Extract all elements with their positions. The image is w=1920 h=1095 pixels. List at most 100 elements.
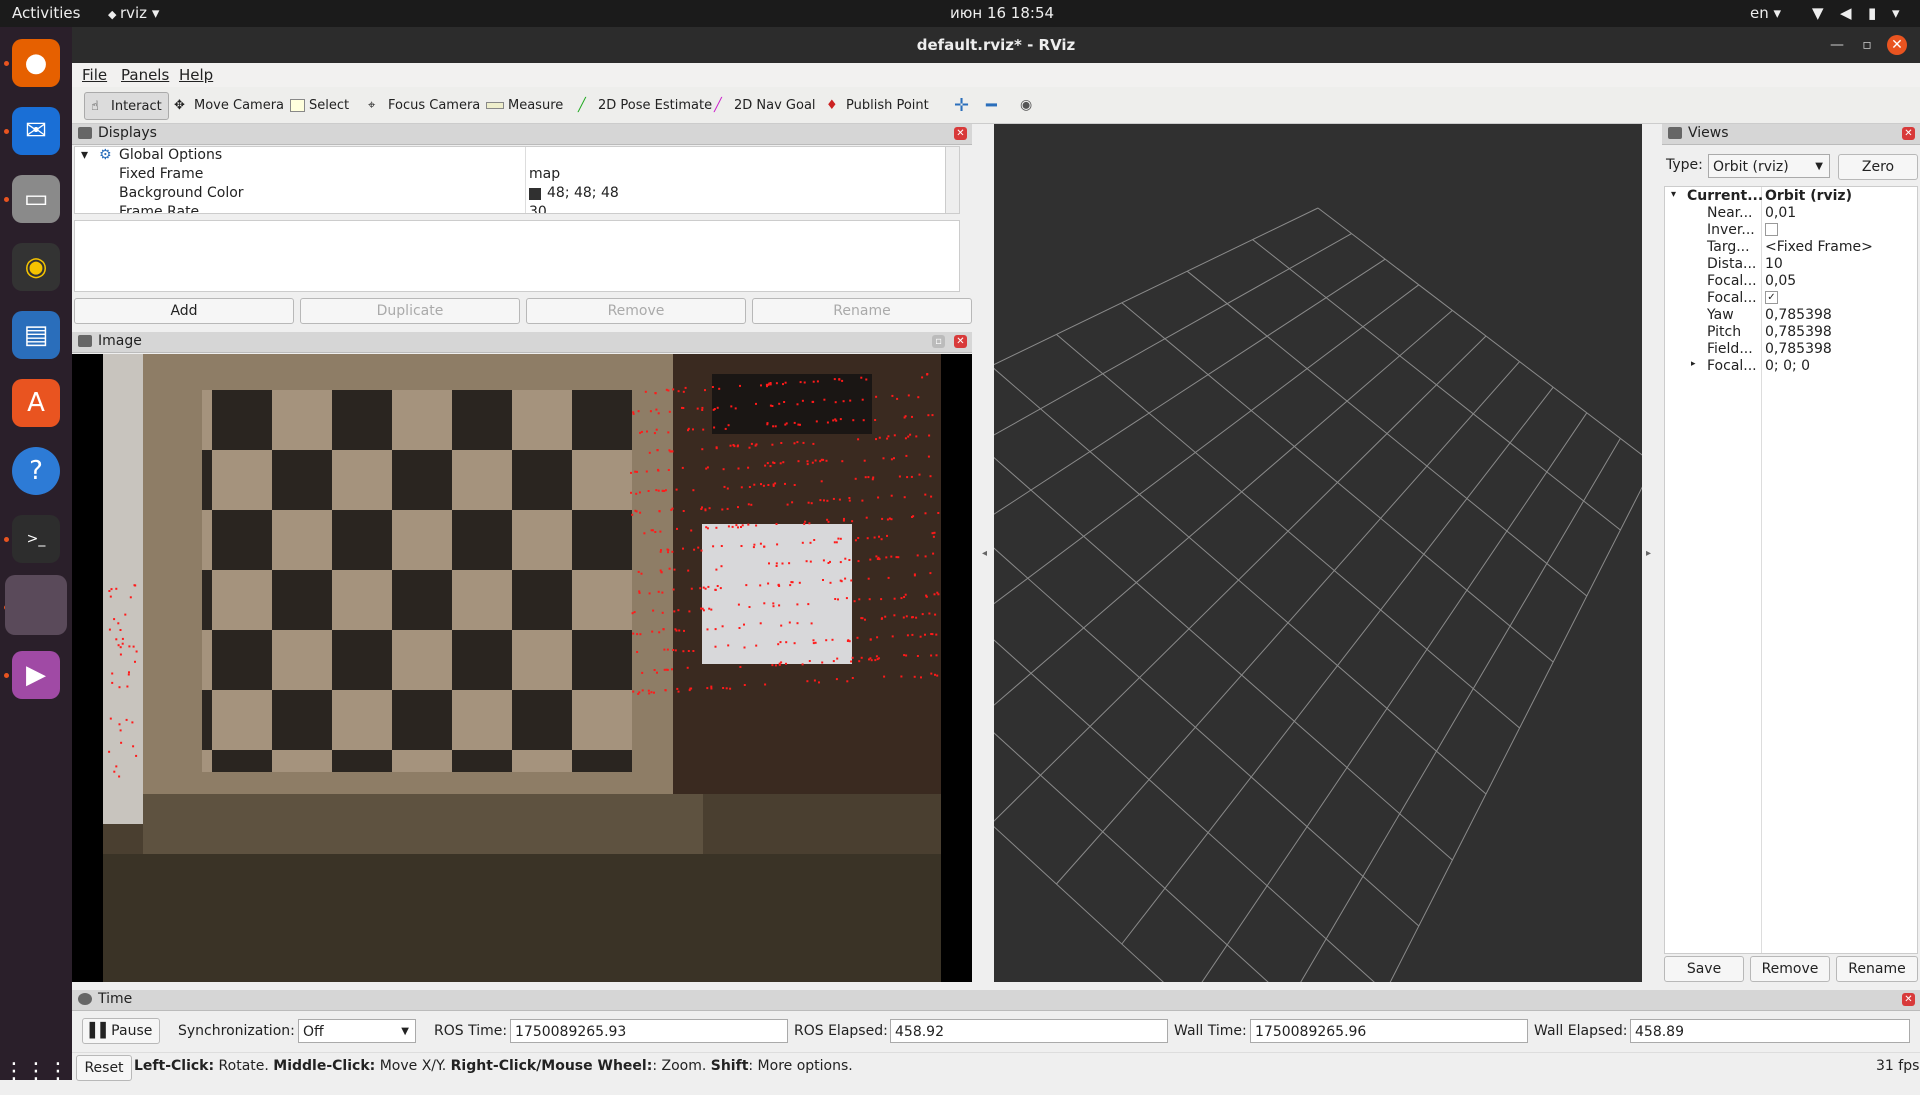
- frame-rate-label[interactable]: Frame Rate: [119, 204, 199, 213]
- laser-point: [708, 607, 711, 610]
- remove-button[interactable]: Remove: [526, 298, 746, 324]
- fixed-frame-label[interactable]: Fixed Frame: [119, 166, 203, 182]
- help-icon[interactable]: ?: [12, 447, 60, 495]
- global-options-label[interactable]: Global Options: [119, 147, 222, 163]
- right-splitter-icon[interactable]: ▸: [1646, 548, 1651, 559]
- target-frame-value[interactable]: <Fixed Frame>: [1765, 239, 1873, 255]
- move-camera-tool[interactable]: ✥ Move Camera: [168, 92, 290, 118]
- background-color-label[interactable]: Background Color: [119, 185, 244, 201]
- pitch-value[interactable]: 0,785398: [1765, 324, 1832, 340]
- rhythmbox-icon[interactable]: ◉: [12, 243, 60, 291]
- focal-point-label[interactable]: Focal...: [1707, 358, 1757, 374]
- focal-point-value[interactable]: 0; 0; 0: [1765, 358, 1810, 374]
- menu-file[interactable]: File: [82, 66, 107, 84]
- interact-tool[interactable]: ☝ Interact: [84, 92, 169, 120]
- remove-view-button[interactable]: Remove: [1750, 956, 1830, 982]
- firefox-icon[interactable]: ●: [12, 39, 60, 87]
- terminal-icon[interactable]: >_: [12, 515, 60, 563]
- pitch-label[interactable]: Pitch: [1707, 324, 1741, 340]
- language-indicator[interactable]: en ▾: [1750, 4, 1781, 22]
- target-frame-label[interactable]: Targ...: [1707, 239, 1750, 255]
- measure-tool[interactable]: Measure: [480, 92, 569, 118]
- field-of-view-value[interactable]: 0,785398: [1765, 341, 1832, 357]
- tree-collapsed-icon[interactable]: ▸: [1691, 359, 1696, 369]
- files-icon[interactable]: ▭: [12, 175, 60, 223]
- current-view-value[interactable]: Orbit (rviz): [1765, 188, 1852, 204]
- thunderbird-icon[interactable]: ✉: [12, 107, 60, 155]
- add-tool-icon[interactable]: ✛: [948, 92, 975, 118]
- undock-icon[interactable]: ▫: [932, 335, 945, 348]
- view-type-select[interactable]: Orbit (rviz) ▼: [1708, 154, 1830, 178]
- remove-tool-icon[interactable]: ━: [980, 92, 1003, 118]
- distance-value[interactable]: 10: [1765, 256, 1783, 272]
- chevron-down-icon[interactable]: ▾: [1892, 4, 1900, 22]
- focal-shape-size-label[interactable]: Focal...: [1707, 273, 1757, 289]
- duplicate-button[interactable]: Duplicate: [300, 298, 520, 324]
- laser-point: [783, 401, 786, 403]
- fixed-frame-value[interactable]: map: [529, 166, 560, 182]
- focal-shape-fixed-checkbox[interactable]: ✓: [1765, 291, 1778, 304]
- focal-shape-fixed-label[interactable]: Focal...: [1707, 290, 1757, 306]
- writer-icon[interactable]: ▤: [12, 311, 60, 359]
- wifi-icon[interactable]: ▼: [1812, 4, 1824, 22]
- sync-select[interactable]: Off ▼: [298, 1019, 416, 1043]
- focus-camera-tool[interactable]: ⌖ Focus Camera: [362, 92, 486, 118]
- software-center-icon[interactable]: A: [12, 379, 60, 427]
- battery-icon[interactable]: ▮: [1868, 4, 1876, 22]
- tree-expander-icon[interactable]: ▾: [81, 147, 88, 163]
- save-view-button[interactable]: Save: [1664, 956, 1744, 982]
- wall-elapsed-field[interactable]: 458.89: [1630, 1019, 1910, 1043]
- activities-button[interactable]: Activities: [12, 4, 80, 22]
- rename-button[interactable]: Rename: [752, 298, 972, 324]
- close-panel-icon[interactable]: ✕: [1902, 127, 1915, 140]
- background-color-value[interactable]: 48; 48; 48: [547, 185, 619, 201]
- eye-icon[interactable]: ◉: [1014, 92, 1038, 118]
- invert-z-checkbox[interactable]: [1765, 223, 1778, 236]
- add-button[interactable]: Add: [74, 298, 294, 324]
- rviz-dock-icon[interactable]: [5, 575, 67, 635]
- reset-button[interactable]: Reset: [76, 1055, 132, 1081]
- pause-button[interactable]: ▌▌Pause: [82, 1018, 160, 1044]
- menu-panels[interactable]: Panels: [121, 66, 169, 84]
- close-panel-icon[interactable]: ✕: [954, 335, 967, 348]
- show-apps-icon[interactable]: ⋮⋮⋮: [3, 1047, 69, 1095]
- menu-help[interactable]: Help: [179, 66, 213, 84]
- ros-elapsed-field[interactable]: 458.92: [890, 1019, 1168, 1043]
- close-panel-icon[interactable]: ✕: [954, 127, 967, 140]
- near-clip-label[interactable]: Near...: [1707, 205, 1753, 221]
- app-menu[interactable]: ◆ rviz ▾: [108, 4, 159, 22]
- focal-shape-size-value[interactable]: 0,05: [1765, 273, 1796, 289]
- displays-tree[interactable]: ▾ ⚙ Global Options Fixed Frame map Backg…: [74, 146, 960, 214]
- ros-time-field[interactable]: 1750089265.93: [510, 1019, 788, 1043]
- distance-label[interactable]: Dista...: [1707, 256, 1756, 272]
- nav-goal-tool[interactable]: ╱ 2D Nav Goal: [708, 92, 822, 118]
- current-view-label[interactable]: Current...: [1687, 188, 1763, 204]
- close-panel-icon[interactable]: ✕: [1902, 993, 1915, 1006]
- yaw-label[interactable]: Yaw: [1707, 307, 1734, 323]
- clock[interactable]: июн 16 18:54: [950, 4, 1054, 22]
- volume-icon[interactable]: ◀: [1840, 4, 1852, 22]
- frame-rate-value[interactable]: 30: [529, 204, 547, 213]
- pose-estimate-tool[interactable]: ╱ 2D Pose Estimate: [572, 92, 718, 118]
- video-player-icon[interactable]: ▶: [12, 651, 60, 699]
- views-tree[interactable]: ▾ Current... Orbit (rviz) Near... 0,01 I…: [1664, 186, 1918, 954]
- near-clip-value[interactable]: 0,01: [1765, 205, 1796, 221]
- laser-point: [844, 557, 847, 560]
- field-of-view-label[interactable]: Field...: [1707, 341, 1753, 357]
- wall-time-field[interactable]: 1750089265.96: [1250, 1019, 1528, 1043]
- 3d-viewport[interactable]: [994, 124, 1642, 982]
- camera-image[interactable]: [72, 354, 972, 982]
- zero-button[interactable]: Zero: [1838, 154, 1918, 180]
- yaw-value[interactable]: 0,785398: [1765, 307, 1832, 323]
- publish-point-tool[interactable]: ♦ Publish Point: [820, 92, 935, 118]
- laser-point: [907, 435, 910, 438]
- tree-expander-icon[interactable]: ▾: [1671, 189, 1676, 200]
- minimize-icon[interactable]: —: [1827, 35, 1847, 55]
- invert-z-label[interactable]: Inver...: [1707, 222, 1755, 238]
- select-tool[interactable]: Select: [284, 92, 355, 118]
- maximize-icon[interactable]: ▫: [1857, 35, 1877, 55]
- scrollbar[interactable]: [945, 147, 959, 213]
- rename-view-button[interactable]: Rename: [1836, 956, 1918, 982]
- left-splitter-icon[interactable]: ◂: [982, 548, 987, 559]
- close-icon[interactable]: ✕: [1887, 35, 1907, 55]
